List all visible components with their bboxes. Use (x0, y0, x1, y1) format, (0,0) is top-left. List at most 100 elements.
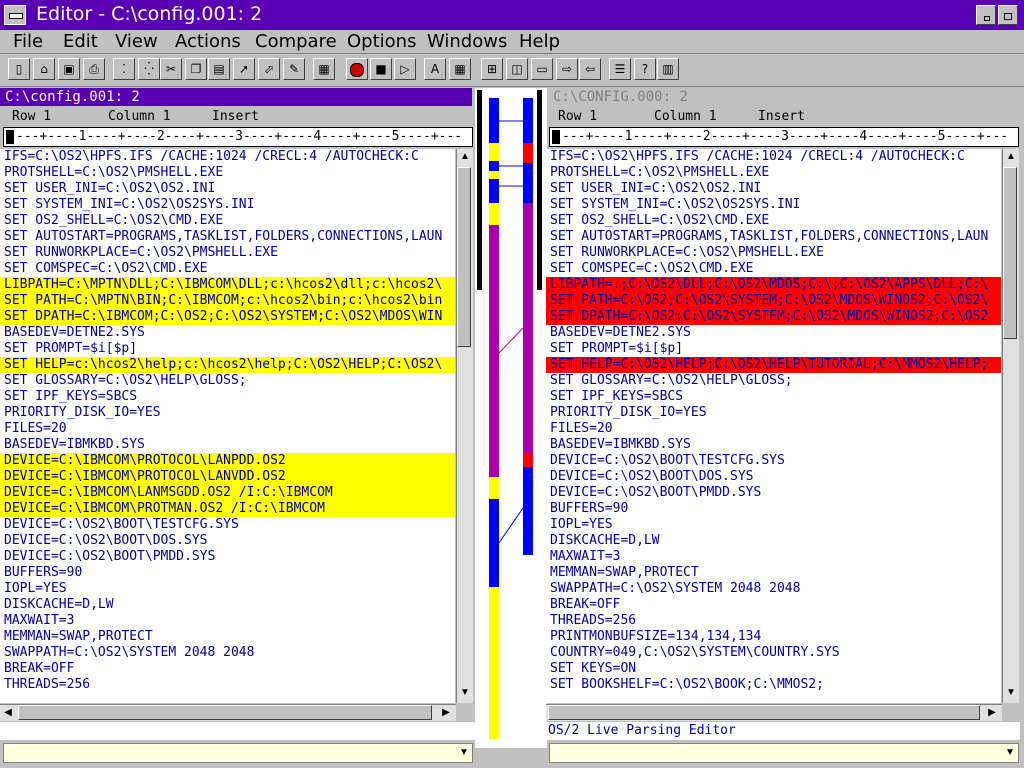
new-file-icon[interactable]: ▯ (8, 58, 30, 80)
right-text-line[interactable]: SWAPPATH=C:\OS2\SYSTEM 2048 2048 (546, 581, 1001, 597)
scroll-left-icon[interactable]: ◀ (0, 705, 16, 721)
open-folder-icon[interactable]: ⌂ (33, 58, 55, 80)
left-text-line[interactable]: DEVICE=C:\OS2\BOOT\PMDD.SYS (0, 549, 455, 565)
prev-window-icon[interactable]: ⇦ (579, 58, 601, 80)
scroll-down-icon[interactable]: ▼ (457, 685, 473, 701)
left-hscroll-thumb[interactable] (18, 705, 432, 720)
menu-windows[interactable]: Windows (427, 31, 507, 52)
right-text-line[interactable]: SET HELP=C:\OS2\HELP;C:\OS2\HELP\TUTORIA… (546, 357, 1001, 373)
left-text-line[interactable]: DEVICE=C:\IBMCOM\LANMSGDD.OS2 /I:C:\IBMC… (0, 485, 455, 501)
stop-icon[interactable]: ■ (370, 58, 392, 80)
left-text-line[interactable]: BASEDEV=IBMKBD.SYS (0, 437, 455, 453)
save-icon[interactable]: ▣ (58, 58, 80, 80)
left-text-line[interactable]: SET COMSPEC=C:\OS2\CMD.EXE (0, 261, 455, 277)
left-text-line[interactable]: BUFFERS=90 (0, 565, 455, 581)
left-text-line[interactable]: SET USER_INI=C:\OS2\OS2.INI (0, 181, 455, 197)
right-text-line[interactable]: MAXWAIT=3 (546, 549, 1001, 565)
next-window-icon[interactable]: ⇨ (556, 58, 578, 80)
tile-icon[interactable]: ⊞ (481, 58, 503, 80)
scroll-up-icon[interactable]: ▲ (457, 149, 473, 165)
right-text-line[interactable]: SET COMSPEC=C:\OS2\CMD.EXE (546, 261, 1001, 277)
right-text-line[interactable]: IFS=C:\OS2\HPFS.IFS /CACHE:1024 /CRECL:4… (546, 149, 1001, 165)
left-text-line[interactable]: MEMMAN=SWAP,PROTECT (0, 629, 455, 645)
right-text-line[interactable]: LIBPATH=.;C:\OS2\DLL;C:\OS2\MDOS;C:\;C:\… (546, 277, 1001, 293)
right-text-line[interactable]: PROTSHELL=C:\OS2\PMSHELL.EXE (546, 165, 1001, 181)
right-text-line[interactable]: THREADS=256 (546, 613, 1001, 629)
left-text-area[interactable]: IFS=C:\OS2\HPFS.IFS /CACHE:1024 /CRECL:4… (0, 149, 455, 703)
left-text-line[interactable]: FILES=20 (0, 421, 455, 437)
right-hscroll-thumb[interactable] (548, 705, 980, 720)
grid-icon[interactable]: ▦ (449, 58, 471, 80)
menu-edit[interactable]: Edit (63, 31, 98, 52)
right-text-line[interactable]: BASEDEV=IBMKBD.SYS (546, 437, 1001, 453)
right-text-line[interactable]: DEVICE=C:\OS2\BOOT\PMDD.SYS (546, 485, 1001, 501)
right-text-line[interactable]: BUFFERS=90 (546, 501, 1001, 517)
paste-icon[interactable]: ▤ (208, 58, 230, 80)
scroll-right-icon[interactable]: ▶ (438, 705, 454, 721)
right-vscroll-thumb[interactable] (1003, 167, 1017, 339)
diff-map-graphic[interactable] (475, 88, 547, 748)
left-text-line[interactable]: SET HELP=c:\hcos2\help;c:\hcos2\help;C:\… (0, 357, 455, 373)
right-text-line[interactable]: DISKCACHE=D,LW (546, 533, 1001, 549)
copy-dotted-icon[interactable]: ⁛ (138, 58, 160, 80)
left-text-line[interactable]: SET DPATH=C:\IBMCOM;C:\OS2;C:\OS2\SYSTEM… (0, 309, 455, 325)
left-text-line[interactable]: SET IPF_KEYS=SBCS (0, 389, 455, 405)
left-text-line[interactable]: SET RUNWORKPLACE=C:\OS2\PMSHELL.EXE (0, 245, 455, 261)
right-text-line[interactable]: BREAK=OFF (546, 597, 1001, 613)
right-text-line[interactable]: SET PATH=C:\OS2;C:\OS2\SYSTEM;C:\OS2\MDO… (546, 293, 1001, 309)
menu-file[interactable]: File (13, 31, 43, 52)
right-text-line[interactable]: IOPL=YES (546, 517, 1001, 533)
menu-help[interactable]: Help (519, 31, 560, 52)
left-text-line[interactable]: SET AUTOSTART=PROGRAMS,TASKLIST,FOLDERS,… (0, 229, 455, 245)
cut-dotted-icon[interactable]: ⁚ (113, 58, 135, 80)
right-text-line[interactable]: SET AUTOSTART=PROGRAMS,TASKLIST,FOLDERS,… (546, 229, 1001, 245)
left-text-line[interactable]: SET OS2_SHELL=C:\OS2\CMD.EXE (0, 213, 455, 229)
scissors-icon[interactable]: ✂ (160, 58, 182, 80)
right-horizontal-scrollbar[interactable]: ▶ (546, 704, 1002, 721)
chevron-down-icon[interactable]: ▼ (457, 744, 471, 762)
right-text-line[interactable]: SET KEYS=ON (546, 661, 1001, 677)
left-text-line[interactable]: DEVICE=C:\IBMCOM\PROTOCOL\LANVDD.OS2 (0, 469, 455, 485)
left-text-line[interactable]: LIBPATH=C:\MPTN\DLL;C:\IBMCOM\DLL;c:\hco… (0, 277, 455, 293)
left-text-line[interactable]: MAXWAIT=3 (0, 613, 455, 629)
cascade-icon[interactable]: ◫ (506, 58, 528, 80)
scroll-down-icon[interactable]: ▼ (1003, 685, 1019, 701)
right-command-input[interactable]: ▼ (549, 743, 1019, 763)
print-icon[interactable]: ⎙ (83, 58, 105, 80)
right-text-line[interactable]: DEVICE=C:\OS2\BOOT\DOS.SYS (546, 469, 1001, 485)
right-text-line[interactable]: BASEDEV=DETNE2.SYS (546, 325, 1001, 341)
book-icon[interactable]: ▥ (657, 58, 679, 80)
notes-icon[interactable]: ☰ (609, 58, 631, 80)
pointer-icon[interactable]: ➚ (233, 58, 255, 80)
system-menu-icon[interactable] (4, 5, 26, 25)
left-text-line[interactable]: SET PROMPT=$i[$p] (0, 341, 455, 357)
left-text-line[interactable]: SET SYSTEM_INI=C:\OS2\OS2SYS.INI (0, 197, 455, 213)
right-text-line[interactable]: SET USER_INI=C:\OS2\OS2.INI (546, 181, 1001, 197)
left-text-line[interactable]: BASEDEV=DETNE2.SYS (0, 325, 455, 341)
pointer-select-icon[interactable]: ⬀ (258, 58, 280, 80)
left-text-line[interactable]: DEVICE=C:\OS2\BOOT\DOS.SYS (0, 533, 455, 549)
right-vertical-scrollbar[interactable]: ▲ ▼ (1002, 149, 1019, 703)
left-command-input[interactable]: ▼ (3, 743, 473, 763)
scroll-up-icon[interactable]: ▲ (1003, 149, 1019, 165)
left-text-line[interactable]: SET GLOSSARY=C:\OS2\HELP\GLOSS; (0, 373, 455, 389)
left-text-line[interactable]: DEVICE=C:\OS2\BOOT\TESTCFG.SYS (0, 517, 455, 533)
maximize-button[interactable] (998, 5, 1018, 25)
right-text-line[interactable]: PRIORITY_DISK_IO=YES (546, 405, 1001, 421)
menu-options[interactable]: Options (347, 31, 416, 52)
left-text-line[interactable]: PROTSHELL=C:\OS2\PMSHELL.EXE (0, 165, 455, 181)
left-text-line[interactable]: SET PATH=C:\MPTN\BIN;C:\IBMCOM;c:\hcos2\… (0, 293, 455, 309)
font-icon[interactable]: A (424, 58, 446, 80)
left-text-line[interactable]: PRIORITY_DISK_IO=YES (0, 405, 455, 421)
right-text-line[interactable]: SET SYSTEM_INI=C:\OS2\OS2SYS.INI (546, 197, 1001, 213)
chevron-down-icon[interactable]: ▼ (1003, 744, 1017, 762)
copy-icon[interactable]: ❐ (185, 58, 207, 80)
arrange-icon[interactable]: ▭ (531, 58, 553, 80)
left-pane-title[interactable]: C:\config.001: 2 (0, 88, 472, 106)
left-horizontal-scrollbar[interactable]: ◀ ▶ (0, 704, 456, 721)
right-text-line[interactable]: SET OS2_SHELL=C:\OS2\CMD.EXE (546, 213, 1001, 229)
left-text-line[interactable]: THREADS=256 (0, 677, 455, 693)
left-vertical-scrollbar[interactable]: ▲ ▼ (456, 149, 473, 703)
menu-actions[interactable]: Actions (175, 31, 241, 52)
scroll-right-icon[interactable]: ▶ (984, 705, 1000, 721)
